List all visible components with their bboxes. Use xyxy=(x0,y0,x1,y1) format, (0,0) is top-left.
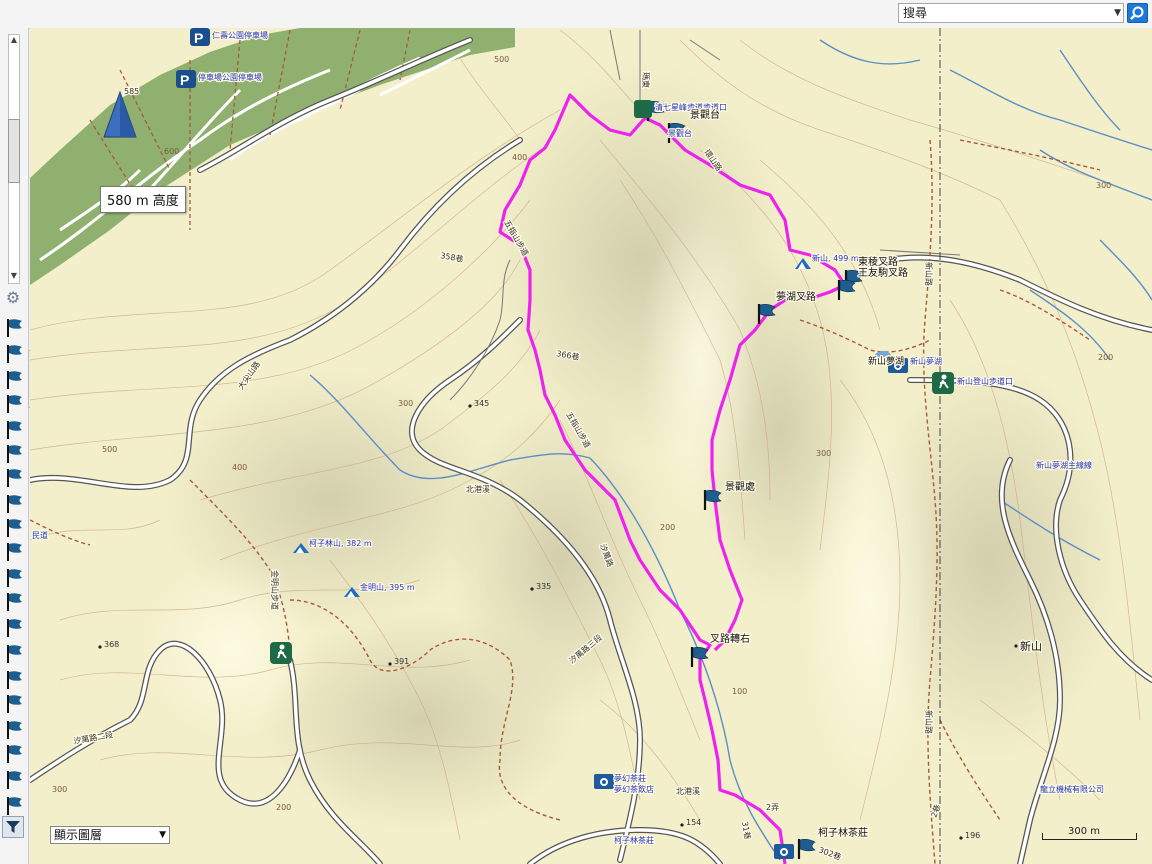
topographic-map[interactable]: 585 P 仁壽公園停車場 P 停車場公園停車場 柯子林山, 382 m 金明山… xyxy=(30,28,1152,864)
hiker-trailhead-icon[interactable] xyxy=(932,372,954,394)
zoom-slider-thumb[interactable] xyxy=(8,119,20,183)
chevron-down-icon[interactable]: ▼ xyxy=(159,827,166,843)
hiker-trailhead-icon[interactable] xyxy=(634,100,652,118)
company-label: 龍立機械有限公司 xyxy=(1040,784,1104,794)
top-toolbar: 搜尋 ▼ xyxy=(0,0,1152,29)
svg-text:2弄: 2弄 xyxy=(766,803,779,812)
waypoint-flag-icon[interactable] xyxy=(6,770,24,790)
waypoint-flag-icon[interactable] xyxy=(6,444,24,464)
svg-text:P: P xyxy=(180,72,189,88)
svg-text:P: P xyxy=(194,30,203,46)
svg-text:400: 400 xyxy=(512,153,527,162)
waypoint-flag-icon[interactable] xyxy=(6,744,24,764)
search-button[interactable] xyxy=(1127,3,1148,23)
waypoint-flag-icon[interactable] xyxy=(6,720,24,740)
elevation-tooltip: 580 m 高度 xyxy=(100,186,186,213)
svg-text:400: 400 xyxy=(232,463,247,472)
yongtong-label: 民道 xyxy=(32,530,48,540)
layer-select-value: 顯示圖層 xyxy=(54,828,103,842)
waypoint-flag-icon[interactable] xyxy=(6,618,24,638)
svg-text:新山路: 新山路 xyxy=(924,262,934,286)
kezilin-cam-label: 柯子林茶莊 xyxy=(614,835,654,845)
parking-icon[interactable]: P xyxy=(176,70,196,88)
waypoint-flag-icon[interactable] xyxy=(6,796,24,816)
waypoint-flag-icon[interactable] xyxy=(6,592,24,612)
waypoint-flag-icon[interactable] xyxy=(6,420,24,440)
waypoint-label-chalu: 叉路轉右 xyxy=(710,632,750,645)
svg-text:北港溪: 北港溪 xyxy=(466,484,490,494)
camera-label-lower: 夢幻茶莊 xyxy=(614,773,646,783)
xinshan-trailhead-label: 新山登山步道口 xyxy=(957,376,1013,386)
gear-icon[interactable]: ⚙ xyxy=(3,288,23,308)
svg-text:300: 300 xyxy=(816,449,831,458)
svg-text:335: 335 xyxy=(536,582,551,591)
svg-text:瑪東: 瑪東 xyxy=(641,72,651,88)
jingguantai-small-label: 景觀台 xyxy=(668,128,692,138)
zoom-out-arrow-icon[interactable]: ▼ xyxy=(9,271,19,280)
left-toolbar: ▲ ▼ ⚙ xyxy=(0,28,29,864)
svg-text:200: 200 xyxy=(1098,353,1113,362)
waypoint-flag-icon[interactable] xyxy=(6,318,24,338)
waypoint-flag-icon[interactable] xyxy=(6,518,24,538)
jinmingshan-label: 金明山, 395 m xyxy=(360,582,415,592)
svg-text:北港溪: 北港溪 xyxy=(676,786,700,796)
chevron-down-icon[interactable]: ▼ xyxy=(1114,4,1121,22)
svg-text:300: 300 xyxy=(1096,181,1111,190)
filter-icon[interactable] xyxy=(2,816,24,838)
svg-text:300: 300 xyxy=(398,399,413,408)
svg-text:200: 200 xyxy=(276,803,291,812)
svg-text:500: 500 xyxy=(102,445,117,454)
layer-select[interactable]: 顯示圖層 ▼ xyxy=(50,826,170,844)
svg-text:368: 368 xyxy=(104,640,119,649)
parking-icon[interactable]: P xyxy=(190,28,210,46)
svg-text:345: 345 xyxy=(474,399,489,408)
waypoint-flag-icon[interactable] xyxy=(6,694,24,714)
search-input[interactable]: 搜尋 ▼ xyxy=(898,3,1124,23)
xinshan-menghu-cam-label: 新山夢湖 xyxy=(868,355,904,367)
parking-label-1: 仁壽公園停車場 xyxy=(212,30,268,40)
svg-text:金明山步道: 金明山步道 xyxy=(270,570,280,610)
waypoint-flag-icon[interactable] xyxy=(6,344,24,364)
svg-text:391: 391 xyxy=(394,657,409,666)
xinshan-menghu-label: 新山夢湖 xyxy=(910,356,942,366)
waypoint-flag-icon[interactable] xyxy=(6,370,24,390)
svg-text:600: 600 xyxy=(164,147,179,156)
scale-bar: 300 m xyxy=(1042,826,1137,842)
waypoint-label-kezilin: 柯子林茶莊 xyxy=(818,826,868,839)
place-label-xinshan: 新山 xyxy=(1020,639,1042,653)
peak-elevation-label: 585 xyxy=(124,87,139,96)
scale-label: 300 m xyxy=(1068,826,1101,837)
camera-icon[interactable] xyxy=(594,774,614,789)
svg-text:500: 500 xyxy=(494,55,509,64)
camera-icon[interactable] xyxy=(774,844,794,859)
svg-text:196: 196 xyxy=(965,831,980,840)
waypoint-flag-icon[interactable] xyxy=(6,494,24,514)
search-icon xyxy=(1130,6,1144,20)
zoom-slider[interactable]: ▲ ▼ xyxy=(8,34,20,284)
lower-shop-label: 夢幻茶飲店 xyxy=(614,784,654,794)
svg-text:新山路: 新山路 xyxy=(924,710,934,734)
waypoint-label-jingguantai: 景觀台 xyxy=(690,108,720,121)
waypoint-label-menghu: 夢湖叉路 xyxy=(776,290,816,303)
waypoint-flag-icon[interactable] xyxy=(6,542,24,562)
xinshan-lake-trail-label: 新山夢湖主線線 xyxy=(1036,460,1092,470)
svg-text:100: 100 xyxy=(732,687,747,696)
parking-label-2: 停車場公園停車場 xyxy=(198,72,262,82)
zoom-in-arrow-icon[interactable]: ▲ xyxy=(9,35,19,44)
waypoint-flag-icon[interactable] xyxy=(6,468,24,488)
kezilinshan-label: 柯子林山, 382 m xyxy=(309,538,372,548)
xinshan-peak-label: 新山, 499 m xyxy=(812,253,859,263)
svg-text:154: 154 xyxy=(686,818,701,827)
search-placeholder: 搜尋 xyxy=(903,6,928,20)
waypoint-flag-icon[interactable] xyxy=(6,568,24,588)
waypoint-flag-icon[interactable] xyxy=(6,644,24,664)
svg-text:200: 200 xyxy=(660,523,675,532)
waypoint-label-jingguanchu: 景觀處 xyxy=(725,480,755,493)
svg-text:300: 300 xyxy=(52,785,67,794)
waypoint-label-wangyou: 王友駒叉路 xyxy=(858,266,908,279)
hiker-trailhead-icon[interactable] xyxy=(270,642,292,664)
waypoint-label-dongshan: 東稜叉路 xyxy=(858,255,898,268)
waypoint-flag-icon[interactable] xyxy=(6,394,24,414)
waypoint-flag-icon[interactable] xyxy=(6,670,24,690)
